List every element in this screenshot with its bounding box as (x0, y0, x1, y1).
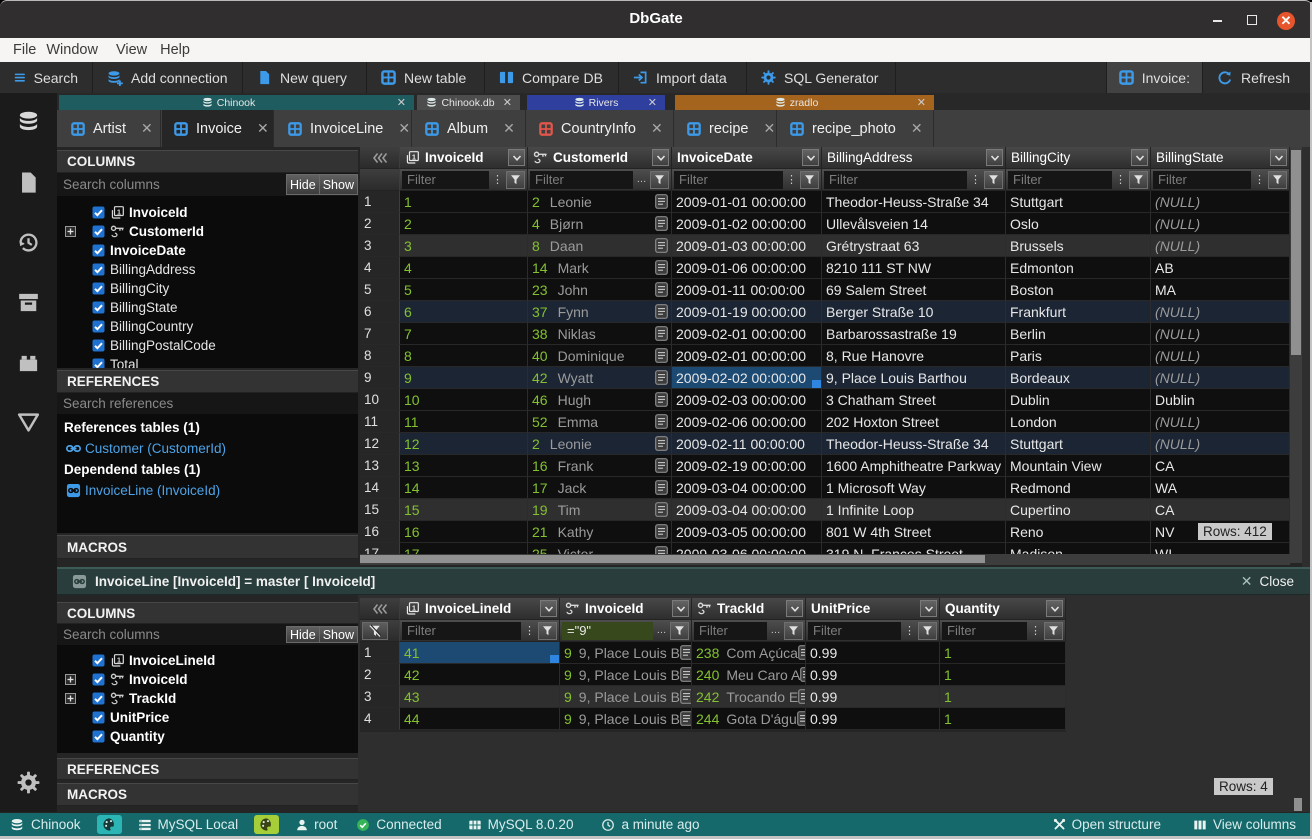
svg-text:1: 1 (117, 655, 121, 664)
svg-text:1: 1 (412, 152, 416, 161)
svg-text:1: 1 (412, 603, 416, 612)
svg-text:1: 1 (117, 207, 121, 216)
